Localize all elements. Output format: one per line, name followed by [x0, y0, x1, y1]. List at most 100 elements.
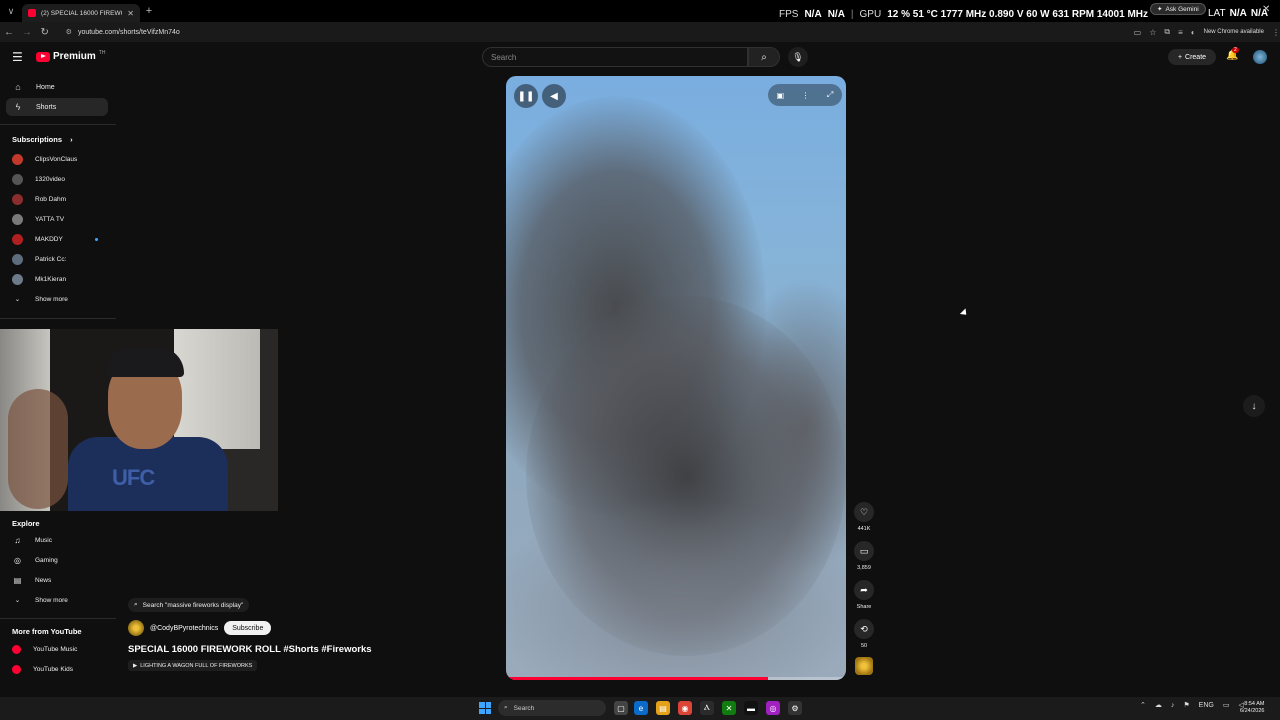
reading-list-icon[interactable]: ≡: [1178, 28, 1183, 37]
subscription-item[interactable]: Rob Dahm: [12, 191, 108, 207]
subscription-item[interactable]: Mk1Kieran: [12, 271, 108, 287]
account-avatar[interactable]: [1253, 50, 1267, 64]
ask-gemini-button[interactable]: ✦ Ask Gemini: [1150, 3, 1206, 15]
install-icon[interactable]: ▭: [1134, 28, 1142, 37]
new-chrome-available[interactable]: New Chrome available: [1204, 29, 1264, 35]
youtube-logo[interactable]: Premium TH: [36, 50, 105, 62]
network-icon[interactable]: ▭: [1223, 701, 1230, 709]
tab-close-icon[interactable]: ✕: [127, 9, 134, 18]
chrome-menu-icon[interactable]: ⋮: [1272, 28, 1280, 37]
window-close-icon[interactable]: ✕: [1262, 4, 1270, 15]
search-chip-label: Search "massive fireworks display": [142, 601, 244, 609]
channel-avatar: [12, 193, 23, 205]
task-view-icon[interactable]: ▢: [614, 701, 628, 715]
omnibox[interactable]: ⚙ youtube.com/shorts/teVifzMn74o: [59, 24, 1124, 40]
subscribe-button[interactable]: Subscribe: [224, 621, 272, 635]
chevron-right-icon: ›: [70, 135, 73, 144]
mute-icon[interactable]: ◀: [542, 84, 566, 108]
captions-icon[interactable]: ▣: [777, 91, 785, 100]
more-options-icon[interactable]: ⋮: [802, 91, 810, 100]
share-button[interactable]: ➦ Share: [852, 580, 876, 610]
comment-icon: ▭: [854, 541, 874, 561]
related-video-chip[interactable]: ▶ LIGHTING A WAGON FULL OF FIREWORKS: [128, 660, 258, 671]
subscription-item[interactable]: YATTA TV: [12, 211, 108, 227]
show-more-subscriptions[interactable]: ⌄ Show more: [12, 291, 108, 307]
overlay-separator: |: [850, 8, 854, 20]
subscription-item[interactable]: Patrick Cc:: [12, 251, 108, 267]
subscription-item[interactable]: MAKDDY: [12, 231, 108, 247]
more-from-youtube-item[interactable]: YouTube Music: [12, 641, 108, 657]
site-info-icon[interactable]: ⚙: [66, 28, 72, 36]
show-more-explore[interactable]: ⌄ Show more: [12, 592, 108, 608]
tray-app-icon-2[interactable]: ♪: [1171, 702, 1175, 709]
subscriptions-label: Subscriptions: [12, 135, 63, 144]
subscription-name: Mk1Kieran: [35, 275, 67, 283]
notifications-icon[interactable]: 🔔 2: [1226, 47, 1239, 61]
related-video-label: LIGHTING A WAGON FULL OF FIREWORKS: [140, 662, 253, 669]
app-icon-2[interactable]: ⚙: [788, 701, 802, 715]
sidebar-item-shorts[interactable]: ϟ Shorts: [6, 98, 108, 116]
voice-search-icon[interactable]: 🎙: [788, 47, 808, 67]
fullscreen-icon[interactable]: ⤢: [827, 90, 833, 100]
tray-app-icon[interactable]: ☁: [1155, 701, 1162, 709]
explore-item[interactable]: ◎ Gaming: [12, 552, 108, 568]
progress-bar[interactable]: [506, 677, 846, 680]
video-title[interactable]: SPECIAL 16000 FIREWORK ROLL #Shorts #Fir…: [128, 644, 372, 655]
subscription-name: Patrick Cc:: [35, 255, 67, 263]
subscriptions-heading[interactable]: Subscriptions ›: [12, 135, 73, 144]
chevron-up-icon[interactable]: ⌃: [1140, 701, 1146, 709]
channel-avatar[interactable]: [128, 620, 144, 636]
comments-button[interactable]: ▭ 3,859: [852, 541, 876, 571]
remix-count: 50: [860, 643, 868, 649]
more-from-youtube-item[interactable]: YouTube Kids: [12, 661, 108, 677]
windows-start-icon[interactable]: [479, 702, 491, 714]
sidebar-item-home[interactable]: ⌂ Home: [6, 78, 108, 96]
shorts-video-player[interactable]: ❚❚ ◀ ▣ ⋮ ⤢: [506, 76, 846, 680]
terminal-icon[interactable]: ▬: [744, 701, 758, 715]
search-button[interactable]: ⌕: [748, 47, 780, 67]
reload-icon[interactable]: ↻: [36, 27, 54, 38]
remix-button[interactable]: ⟲ 50: [852, 619, 876, 649]
create-button[interactable]: + Create: [1168, 49, 1216, 65]
remix-icon: ⟲: [854, 619, 874, 639]
plus-icon: +: [1177, 53, 1183, 61]
taskbar-clock[interactable]: 8:54 AM 6/24/2026: [1240, 701, 1264, 715]
chrome-icon[interactable]: ◉: [678, 701, 692, 715]
subscription-item[interactable]: 1320video: [12, 171, 108, 187]
bookmark-star-icon[interactable]: ☆: [1149, 28, 1156, 37]
edge-icon[interactable]: e: [634, 701, 648, 715]
file-explorer-icon[interactable]: ▤: [656, 701, 670, 715]
explore-item[interactable]: ▤ News: [12, 572, 108, 588]
language-indicator[interactable]: ENG: [1199, 702, 1214, 709]
menu-icon[interactable]: ☰: [12, 50, 23, 64]
subscription-item[interactable]: ClipsVonClaus: [12, 151, 108, 167]
like-button[interactable]: ♡ 441K: [852, 502, 876, 532]
explore-label: Music: [35, 536, 52, 544]
system-tray: ⌃ ☁ ♪ ⚑ ENG ▭ ◁: [1140, 701, 1244, 710]
profile-icon[interactable]: ◐: [1191, 28, 1196, 37]
new-content-dot: [95, 238, 98, 241]
search-suggestion-chip[interactable]: ⌕ Search "massive fireworks display": [128, 598, 250, 612]
app-icon[interactable]: Ⲁ: [700, 701, 714, 715]
browser-tab[interactable]: (2) SPECIAL 16000 FIREWORK R ✕: [22, 4, 140, 22]
performance-overlay: FPS N/A N/A | GPU 12 % 51 °C 1777 MHz 0.…: [779, 6, 1148, 22]
taskbar-search[interactable]: ⌕ Search: [498, 700, 606, 716]
tab-title: (2) SPECIAL 16000 FIREWORK R: [41, 9, 122, 17]
forward-icon[interactable]: →: [18, 27, 36, 38]
next-video-arrow-icon[interactable]: ↓: [1243, 395, 1265, 417]
search-input[interactable]: Search: [482, 47, 748, 67]
new-tab-icon[interactable]: +: [140, 5, 158, 17]
explore-item[interactable]: ♫ Music: [12, 532, 108, 548]
sound-avatar[interactable]: [855, 657, 873, 675]
extensions-icon[interactable]: ⧉: [1164, 27, 1170, 37]
divider: [0, 618, 116, 619]
pause-icon[interactable]: ❚❚: [514, 84, 538, 108]
back-icon[interactable]: ←: [0, 27, 18, 38]
stream-app-icon[interactable]: ◎: [766, 701, 780, 715]
channel-avatar: [12, 173, 23, 185]
channel-name[interactable]: @CodyBPyrotechnics: [150, 625, 218, 632]
like-icon: ♡: [854, 502, 874, 522]
tab-search-icon[interactable]: ∨: [0, 6, 22, 17]
tray-app-icon-3[interactable]: ⚑: [1183, 701, 1189, 709]
xbox-icon[interactable]: ✕: [722, 701, 736, 715]
